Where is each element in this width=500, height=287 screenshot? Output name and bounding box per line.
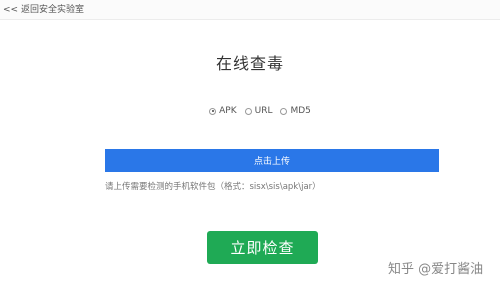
watermark: 知乎 @爱打酱油 [388, 262, 484, 277]
top-bar: << 返回安全实验室 [0, 0, 500, 20]
radio-md5-indicator[interactable] [280, 107, 288, 115]
radio-apk[interactable]: APK [209, 106, 237, 116]
file-type-radio-group: APK URL MD5 [0, 106, 500, 116]
radio-apk-indicator[interactable] [209, 107, 217, 115]
radio-url-indicator[interactable] [244, 107, 252, 115]
check-now-button[interactable]: 立即检查 [207, 231, 318, 264]
radio-md5[interactable]: MD5 [280, 106, 311, 116]
radio-md5-label: MD5 [290, 106, 311, 116]
radio-url-label: URL [254, 106, 273, 116]
page-title: 在线查毒 [215, 54, 284, 73]
upload-button[interactable]: 点击上传 [105, 149, 439, 172]
back-to-security-lab-link[interactable]: << 返回安全实验室 [3, 2, 84, 15]
radio-url[interactable]: URL [244, 106, 273, 116]
radio-apk-label: APK [219, 106, 237, 116]
upload-format-hint: 请上传需要检测的手机软件包（格式：sisx\sis\apk\jar） [105, 182, 321, 192]
